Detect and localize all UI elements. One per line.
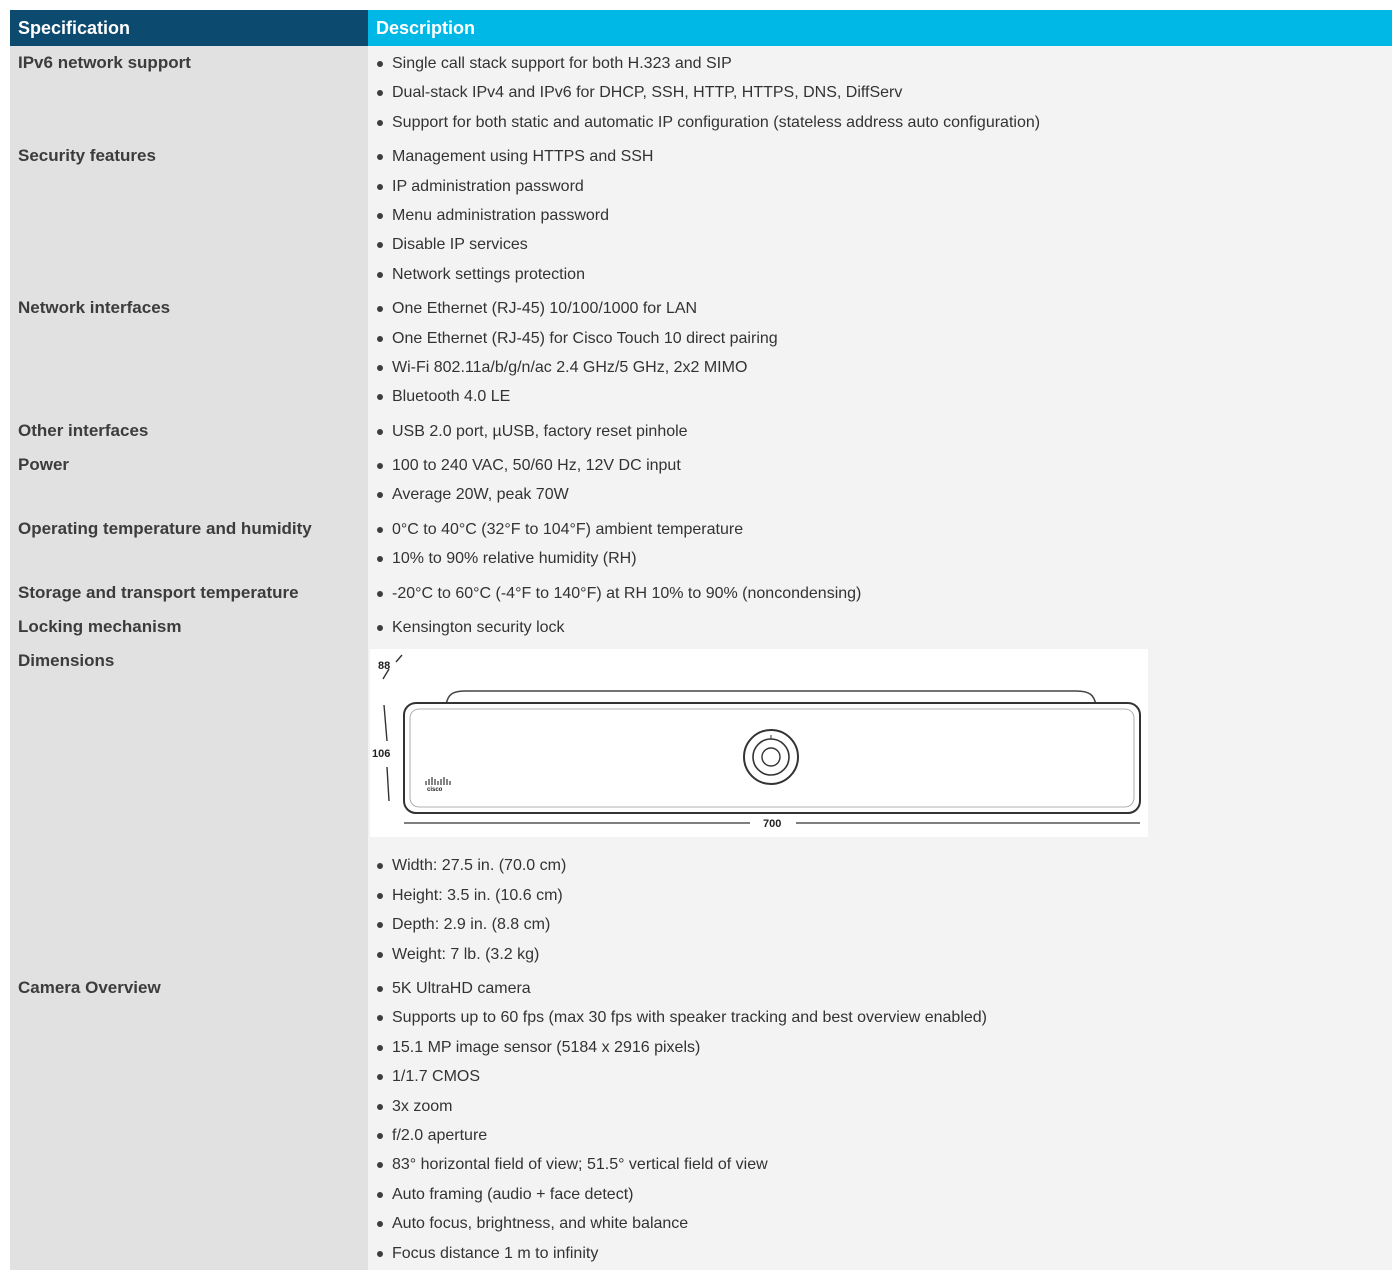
description-column-header: Description <box>368 10 1392 46</box>
list-item: Width: 27.5 in. (70.0 cm) <box>376 851 1392 880</box>
list-item: 1/1.7 CMOS <box>376 1062 1392 1091</box>
list-item: 10% to 90% relative humidity (RH) <box>376 544 1392 573</box>
bullet-list: 0°C to 40°C (32°F to 104°F) ambient temp… <box>376 515 1392 574</box>
row-label: IPv6 network support <box>10 46 368 140</box>
dimensions-drawing: 88 106 cisco 700 <box>370 649 1148 838</box>
list-item: 3x zoom <box>376 1092 1392 1121</box>
list-item: Kensington security lock <box>376 613 1392 642</box>
list-item: Focus distance 1 m to infinity <box>376 1239 1392 1268</box>
list-item: Bluetooth 4.0 LE <box>376 382 1392 411</box>
table-row: Locking mechanism Kensington security lo… <box>10 610 1392 645</box>
bullet-list: 5K UltraHD camera Supports up to 60 fps … <box>376 974 1392 1268</box>
logo-text: cisco <box>427 787 443 793</box>
table-row: Operating temperature and humidity 0°C t… <box>10 511 1392 576</box>
list-item: Height: 3.5 in. (10.6 cm) <box>376 881 1392 910</box>
list-item: 5K UltraHD camera <box>376 974 1392 1003</box>
list-item: Network settings protection <box>376 260 1392 289</box>
list-item: Management using HTTPS and SSH <box>376 142 1392 171</box>
list-item: Auto focus, brightness, and white balanc… <box>376 1209 1392 1238</box>
table-row: Security features Management using HTTPS… <box>10 139 1392 292</box>
table-row: IPv6 network support Single call stack s… <box>10 46 1392 140</box>
row-label: Locking mechanism <box>10 610 368 645</box>
specification-column-header: Specification <box>10 10 368 46</box>
height-label: 106 <box>372 748 390 760</box>
row-label: Dimensions <box>10 644 368 971</box>
bullet-list: USB 2.0 port, µUSB, factory reset pinhol… <box>376 417 1392 446</box>
list-item: Depth: 2.9 in. (8.8 cm) <box>376 910 1392 939</box>
table-row: Dimensions 88 106 cisco 700 Width: 27.5 … <box>10 644 1392 971</box>
list-item: One Ethernet (RJ-45) for Cisco Touch 10 … <box>376 324 1392 353</box>
list-item: 15.1 MP image sensor (5184 x 2916 pixels… <box>376 1033 1392 1062</box>
list-item: Average 20W, peak 70W <box>376 480 1392 509</box>
list-item: Support for both static and automatic IP… <box>376 108 1392 137</box>
list-item: Auto framing (audio + face detect) <box>376 1180 1392 1209</box>
row-description: Kensington security lock <box>368 610 1392 645</box>
list-item: 100 to 240 VAC, 50/60 Hz, 12V DC input <box>376 451 1392 480</box>
list-item: Weight: 7 lb. (3.2 kg) <box>376 940 1392 969</box>
list-item: IP administration password <box>376 172 1392 201</box>
row-label: Network interfaces <box>10 291 368 414</box>
list-item: Wi-Fi 802.11a/b/g/n/ac 2.4 GHz/5 GHz, 2x… <box>376 353 1392 382</box>
bullet-list: Width: 27.5 in. (70.0 cm) Height: 3.5 in… <box>376 851 1392 969</box>
bullet-list: Kensington security lock <box>376 613 1392 642</box>
bullet-list: -20°C to 60°C (-4°F to 140°F) at RH 10% … <box>376 579 1392 608</box>
row-description: Management using HTTPS and SSH IP admini… <box>368 139 1392 292</box>
table-row: Storage and transport temperature -20°C … <box>10 575 1392 611</box>
bullet-list: Single call stack support for both H.323… <box>376 49 1392 137</box>
device-front-outline <box>403 702 1141 815</box>
table-row: Other interfaces USB 2.0 port, µUSB, fac… <box>10 413 1392 449</box>
list-item: 0°C to 40°C (32°F to 104°F) ambient temp… <box>376 515 1392 544</box>
row-description: USB 2.0 port, µUSB, factory reset pinhol… <box>368 413 1392 449</box>
row-description: One Ethernet (RJ-45) 10/100/1000 for LAN… <box>368 291 1392 414</box>
table-row: Network interfaces One Ethernet (RJ-45) … <box>10 291 1392 414</box>
depth-label: 88 <box>378 660 390 672</box>
bullet-list: Management using HTTPS and SSH IP admini… <box>376 142 1392 289</box>
width-label: 700 <box>763 818 781 830</box>
row-label: Security features <box>10 139 368 292</box>
row-label: Power <box>10 448 368 512</box>
row-label: Other interfaces <box>10 413 368 449</box>
row-description: 5K UltraHD camera Supports up to 60 fps … <box>368 970 1392 1270</box>
row-label: Operating temperature and humidity <box>10 511 368 576</box>
list-item: -20°C to 60°C (-4°F to 140°F) at RH 10% … <box>376 579 1392 608</box>
row-description: -20°C to 60°C (-4°F to 140°F) at RH 10% … <box>368 575 1392 611</box>
row-description: 0°C to 40°C (32°F to 104°F) ambient temp… <box>368 511 1392 576</box>
row-label: Camera Overview <box>10 970 368 1270</box>
row-label: Storage and transport temperature <box>10 575 368 611</box>
table-row: Camera Overview 5K UltraHD camera Suppor… <box>10 970 1392 1270</box>
list-item: One Ethernet (RJ-45) 10/100/1000 for LAN <box>376 294 1392 323</box>
list-item: Dual-stack IPv4 and IPv6 for DHCP, SSH, … <box>376 78 1392 107</box>
height-marker-line <box>386 767 390 802</box>
list-item: Supports up to 60 fps (max 30 fps with s… <box>376 1003 1392 1032</box>
height-marker-line <box>383 705 388 742</box>
list-item: USB 2.0 port, µUSB, factory reset pinhol… <box>376 417 1392 446</box>
list-item: Menu administration password <box>376 201 1392 230</box>
depth-marker-line <box>395 654 403 663</box>
list-item: Disable IP services <box>376 230 1392 259</box>
list-item: 83° horizontal field of view; 51.5° vert… <box>376 1150 1392 1179</box>
bullet-list: One Ethernet (RJ-45) 10/100/1000 for LAN… <box>376 294 1392 412</box>
bullet-list: 100 to 240 VAC, 50/60 Hz, 12V DC input A… <box>376 451 1392 510</box>
list-item: f/2.0 aperture <box>376 1121 1392 1150</box>
list-item: Single call stack support for both H.323… <box>376 49 1392 78</box>
table-header-row: Specification Description <box>10 10 1392 46</box>
table-row: Power 100 to 240 VAC, 50/60 Hz, 12V DC i… <box>10 448 1392 512</box>
row-description: 88 106 cisco 700 Width: 27.5 in. (70.0 c… <box>368 644 1392 971</box>
row-description: Single call stack support for both H.323… <box>368 46 1392 140</box>
specification-table: Specification Description IPv6 network s… <box>10 10 1392 1270</box>
row-description: 100 to 240 VAC, 50/60 Hz, 12V DC input A… <box>368 448 1392 512</box>
